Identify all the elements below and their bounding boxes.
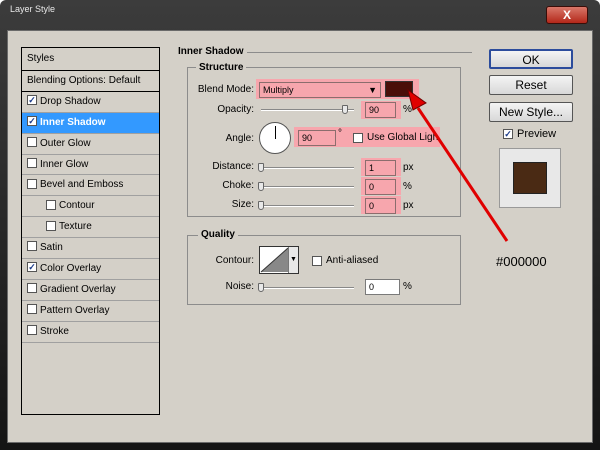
annotation-arrow-icon [407,88,509,242]
annotation-label: #000000 [496,254,547,269]
